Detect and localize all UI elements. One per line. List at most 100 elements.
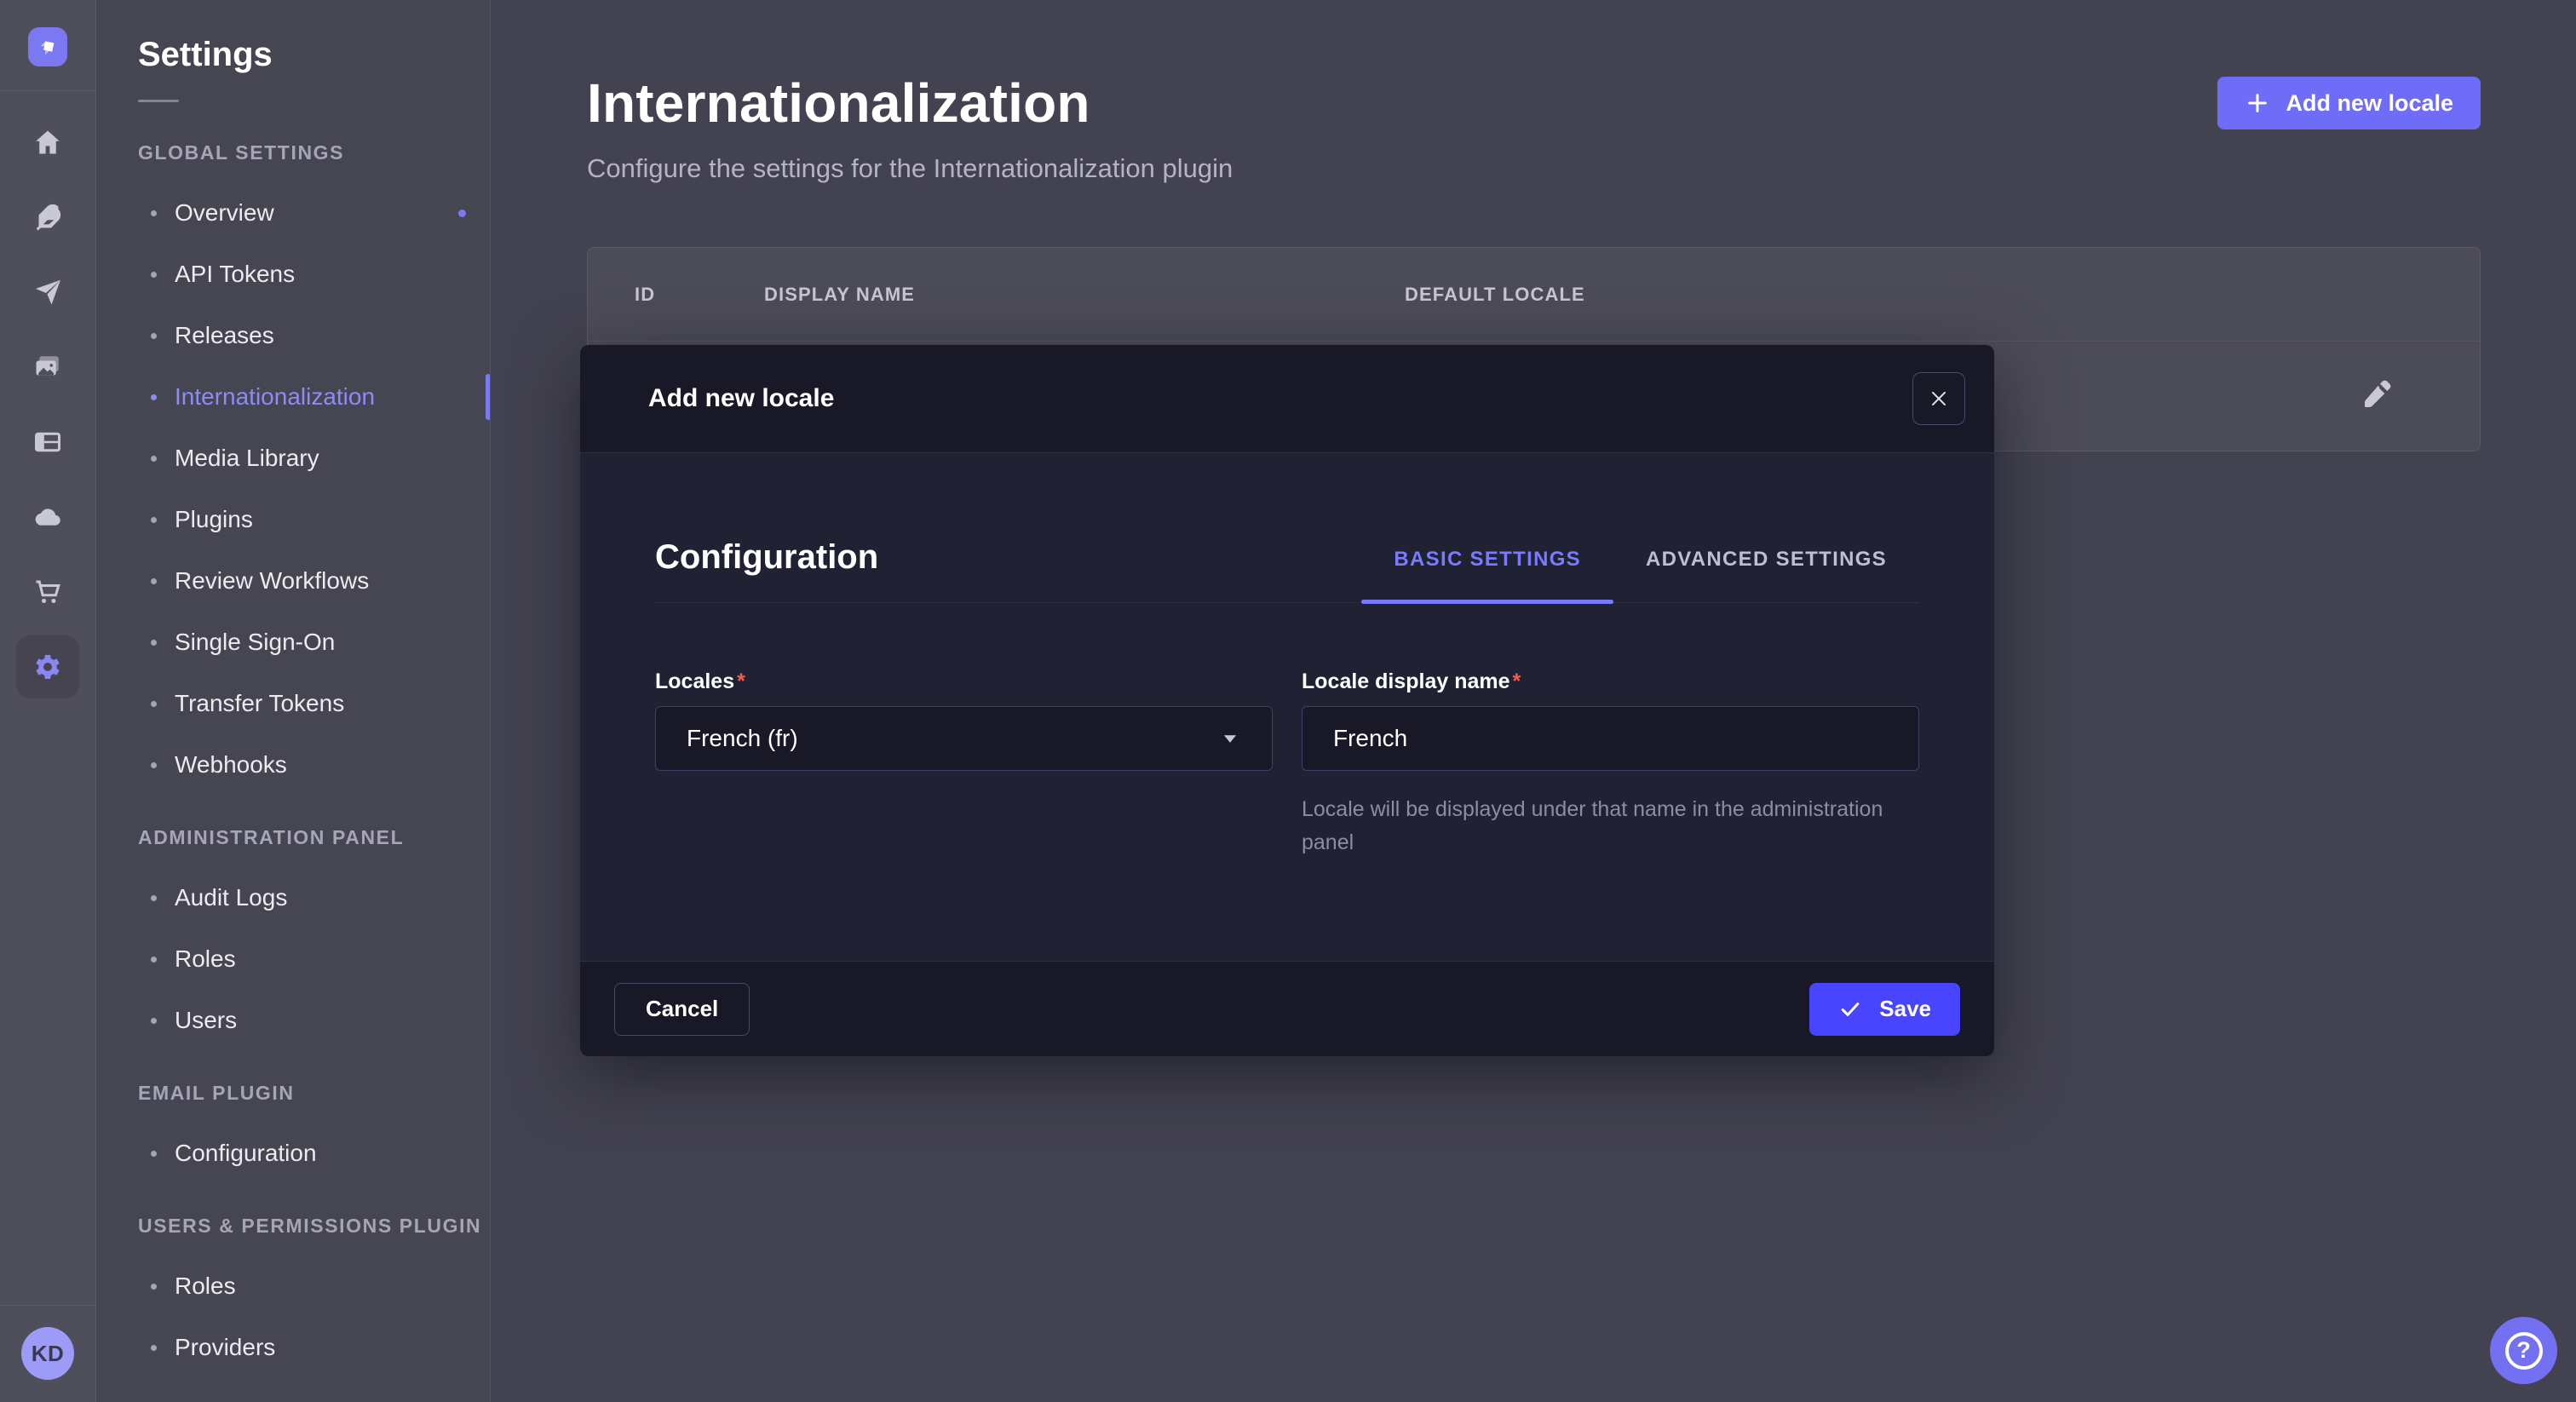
cloud-icon[interactable] [32, 502, 63, 532]
sidebar-item-admin-users[interactable]: Users [97, 990, 490, 1051]
cancel-button[interactable]: Cancel [614, 983, 750, 1036]
sidebar-item-up-roles[interactable]: Roles [97, 1255, 490, 1317]
user-avatar[interactable]: KD [21, 1327, 74, 1380]
bullet-icon [151, 1345, 157, 1351]
sidebar-item-label: Review Workflows [175, 567, 369, 595]
add-new-locale-label: Add new locale [2286, 90, 2453, 117]
modal-header: Add new locale [580, 345, 1994, 453]
sidebar-item-label: API Tokens [175, 261, 295, 288]
subnav-title-rule [138, 100, 179, 102]
edit-locale-button[interactable] [2357, 377, 2395, 415]
sidebar-item-api-tokens[interactable]: API Tokens [97, 244, 490, 305]
bullet-icon [151, 456, 157, 462]
layout-panel-icon[interactable] [32, 427, 63, 457]
media-gallery-icon[interactable] [32, 352, 63, 382]
tab-advanced-settings[interactable]: ADVANCED SETTINGS [1613, 548, 1919, 602]
strapi-logo-icon[interactable] [28, 27, 67, 66]
bullet-icon [151, 640, 157, 646]
bullet-icon [151, 578, 157, 584]
settings-rail-active-tile [16, 635, 79, 698]
modal-body: Configuration BASIC SETTINGS ADVANCED SE… [580, 453, 1994, 961]
configuration-header-row: Configuration BASIC SETTINGS ADVANCED SE… [655, 453, 1919, 603]
modal-close-button[interactable] [1912, 372, 1965, 425]
modal-fields-row: Locales* French (fr) Locale display name… [655, 669, 1919, 859]
help-button[interactable]: ? [2490, 1317, 2557, 1384]
question-mark-icon: ? [2505, 1332, 2543, 1370]
active-indicator [486, 374, 491, 420]
sidebar-item-label: Configuration [175, 1140, 317, 1167]
configuration-title: Configuration [655, 538, 878, 577]
bullet-icon [151, 394, 157, 400]
page-header: Internationalization Configure the setti… [492, 0, 2576, 184]
section-global-settings: GLOBAL SETTINGS Overview API Tokens Rele… [97, 123, 490, 796]
column-header-display-name: DISPLAY NAME [764, 284, 1405, 306]
section-label: ADMINISTRATION PANEL [97, 807, 490, 867]
sidebar-item-label: Overview [175, 199, 274, 227]
sidebar-item-internationalization[interactable]: Internationalization [97, 366, 490, 428]
sidebar-item-media-library[interactable]: Media Library [97, 428, 490, 489]
bullet-icon [151, 1151, 157, 1157]
sidebar-item-overview[interactable]: Overview [97, 182, 490, 244]
screen: KD Settings GLOBAL SETTINGS Overview API… [0, 0, 2576, 1402]
rail-bottom-divider [0, 1305, 96, 1306]
feather-icon[interactable] [32, 202, 63, 233]
settings-gear-icon[interactable] [32, 652, 63, 682]
section-label: GLOBAL SETTINGS [97, 123, 490, 182]
locales-table-header: ID DISPLAY NAME DEFAULT LOCALE [588, 248, 2480, 342]
locale-display-name-input[interactable] [1333, 725, 1888, 752]
sidebar-item-webhooks[interactable]: Webhooks [97, 734, 490, 796]
sidebar-item-plugins[interactable]: Plugins [97, 489, 490, 550]
bullet-icon [151, 957, 157, 962]
save-button-label: Save [1879, 996, 1931, 1022]
plus-icon [2245, 90, 2270, 116]
icon-rail: KD [0, 0, 96, 1402]
subnav-title: Settings [138, 36, 490, 74]
tab-basic-settings[interactable]: BASIC SETTINGS [1361, 548, 1613, 602]
settings-subnav: Settings GLOBAL SETTINGS Overview API To… [97, 0, 491, 1402]
save-button[interactable]: Save [1809, 983, 1960, 1036]
section-administration-panel: ADMINISTRATION PANEL Audit Logs Roles Us… [97, 807, 490, 1051]
add-new-locale-button[interactable]: Add new locale [2217, 77, 2481, 129]
page-title: Internationalization [587, 72, 1233, 135]
bullet-icon [151, 1018, 157, 1024]
sidebar-item-label: Webhooks [175, 751, 287, 779]
check-icon [1838, 997, 1862, 1021]
modal-tabs: BASIC SETTINGS ADVANCED SETTINGS [1361, 548, 1919, 602]
subnav-sections: GLOBAL SETTINGS Overview API Tokens Rele… [97, 123, 490, 1378]
sidebar-item-transfer-tokens[interactable]: Transfer Tokens [97, 673, 490, 734]
locales-label: Locales* [655, 669, 745, 693]
section-label: EMAIL PLUGIN [97, 1063, 490, 1123]
sidebar-item-audit-logs[interactable]: Audit Logs [97, 867, 490, 928]
sidebar-item-email-configuration[interactable]: Configuration [97, 1123, 490, 1184]
sidebar-item-label: Single Sign-On [175, 629, 335, 656]
sidebar-item-label: Media Library [175, 445, 319, 472]
page-subtitle: Configure the settings for the Internati… [587, 153, 1233, 184]
bullet-icon [151, 895, 157, 901]
sidebar-item-single-sign-on[interactable]: Single Sign-On [97, 612, 490, 673]
sidebar-item-review-workflows[interactable]: Review Workflows [97, 550, 490, 612]
column-header-default-locale: DEFAULT LOCALE [1405, 284, 2480, 306]
sidebar-item-label: Transfer Tokens [175, 690, 344, 717]
sidebar-item-up-providers[interactable]: Providers [97, 1317, 490, 1378]
modal-title: Add new locale [648, 384, 834, 413]
sidebar-item-label: Roles [175, 1273, 236, 1300]
sidebar-item-releases[interactable]: Releases [97, 305, 490, 366]
shopping-cart-icon[interactable] [32, 577, 63, 607]
locale-display-name-hint: Locale will be displayed under that name… [1302, 793, 1919, 859]
bullet-icon [151, 701, 157, 707]
locales-select[interactable]: French (fr) [655, 706, 1273, 771]
caret-down-icon [1219, 727, 1241, 750]
rail-icons [16, 127, 79, 682]
section-label: USERS & PERMISSIONS PLUGIN [97, 1196, 490, 1255]
bullet-icon [151, 1284, 157, 1290]
page-header-text: Internationalization Configure the setti… [587, 72, 1233, 184]
locale-display-name-field: Locale display name* Locale will be disp… [1302, 669, 1919, 859]
bullet-icon [151, 762, 157, 768]
sidebar-item-label: Providers [175, 1334, 275, 1361]
section-email-plugin: EMAIL PLUGIN Configuration [97, 1063, 490, 1184]
sidebar-item-admin-roles[interactable]: Roles [97, 928, 490, 990]
home-icon[interactable] [32, 127, 63, 158]
paper-plane-icon[interactable] [32, 277, 63, 307]
notification-dot-icon [458, 210, 466, 217]
sidebar-item-label: Releases [175, 322, 274, 349]
